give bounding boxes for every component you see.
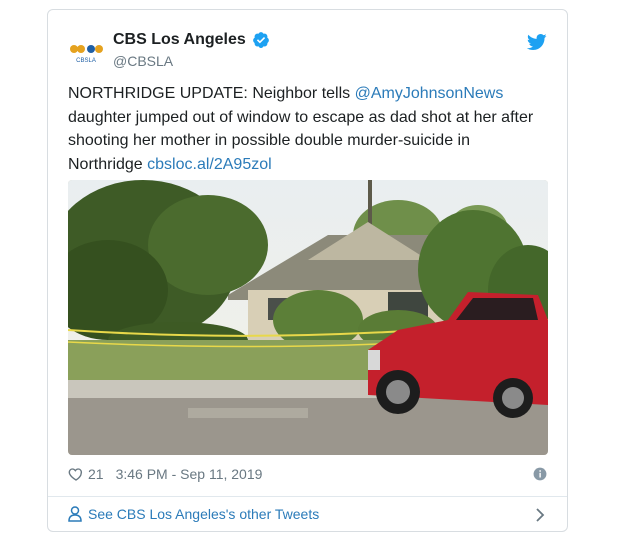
author-handle[interactable]: @CBSLA [113,53,173,69]
media-photo [68,180,548,455]
tweet-url-link[interactable]: cbsloc.al/2A95zol [147,156,272,173]
divider [48,496,567,497]
like-count[interactable]: 21 [88,466,104,482]
author-row: CBS Los Angeles [113,31,270,49]
verified-badge-icon [252,32,269,49]
mention-link[interactable]: @AmyJohnsonNews [355,85,504,102]
footer-link[interactable]: See CBS Los Angeles's other Tweets [68,506,319,522]
person-icon [68,506,82,522]
heart-icon[interactable] [68,466,84,482]
tweet-media-image[interactable] [68,180,548,455]
info-icon[interactable] [533,467,547,481]
footer-link-label[interactable]: See CBS Los Angeles's other Tweets [88,506,319,522]
twitter-bird-icon[interactable] [527,32,547,52]
tweet-meta: 21 3:46 PM - Sep 11, 2019 [68,466,262,482]
avatar-caption: CBSLA [76,58,96,64]
tweet-text-prefix: NORTHRIDGE UPDATE: Neighbor tells [68,85,355,102]
tweet-header: CBSLA CBS Los Angeles @CBSLA [48,10,567,80]
tweet-text-middle: daughter jumped out of window to escape … [68,108,534,173]
tweet-card: CBSLA CBS Los Angeles @CBSLA NORTHRIDGE … [47,9,568,532]
chevron-right-icon[interactable] [533,507,547,523]
author-name[interactable]: CBS Los Angeles [113,31,246,49]
avatar[interactable]: CBSLA [68,35,104,71]
tweet-text: NORTHRIDGE UPDATE: Neighbor tells @AmyJo… [68,82,548,176]
tweet-timestamp[interactable]: 3:46 PM - Sep 11, 2019 [116,466,263,482]
cbs-logo-icon: CBSLA [70,45,103,64]
